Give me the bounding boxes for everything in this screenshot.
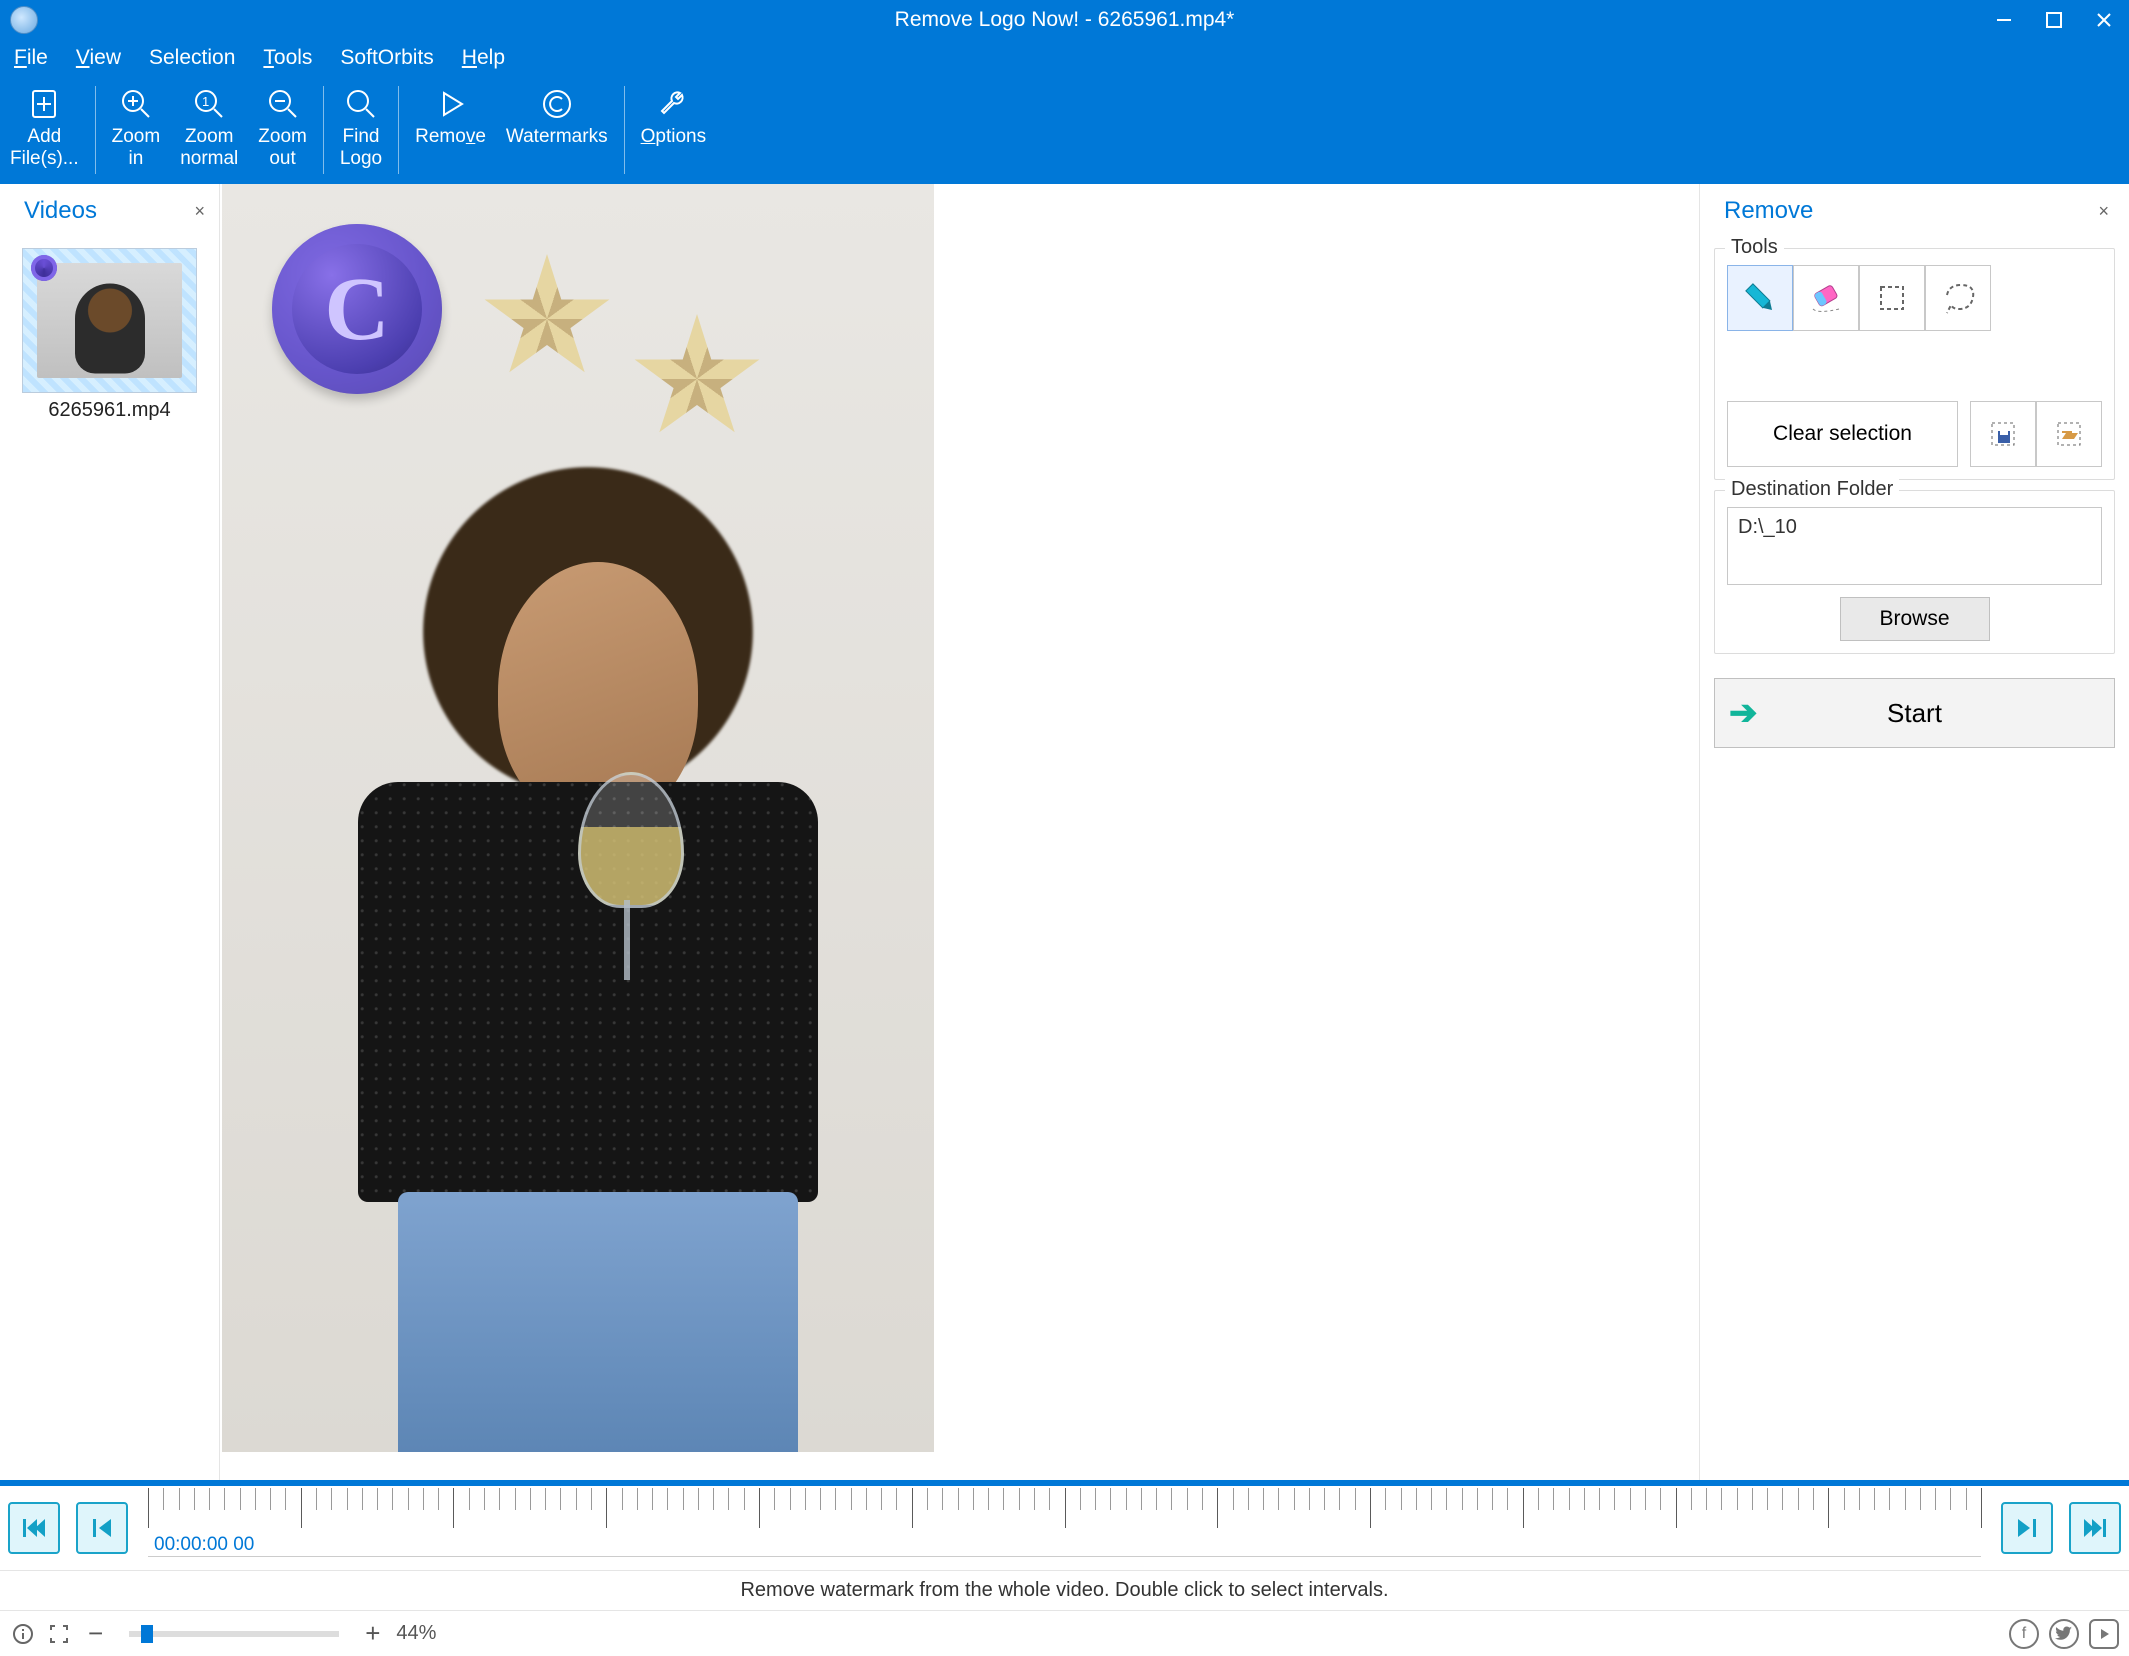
zoom-in-button[interactable]: Zoom in [102,76,171,184]
zoom-slider[interactable] [129,1631,339,1637]
remove-panel-header: Remove × [1714,184,2115,238]
menu-softorbits[interactable]: SoftOrbits [340,46,433,70]
info-icon[interactable] [10,1621,36,1647]
zoom-normal-icon: 1 [192,84,226,124]
menu-view[interactable]: View [76,46,121,70]
start-button[interactable]: ➔ Start [1714,678,2115,748]
load-selection-button[interactable] [2036,401,2102,467]
close-button[interactable] [2079,0,2129,40]
zoom-in-plus[interactable]: + [359,1618,386,1649]
copyright-icon [540,84,574,124]
statusbar: − + 44% f [0,1610,2129,1656]
zoom-normal-button[interactable]: 1 Zoom normal [170,76,248,184]
timeline: 00:00:00 00 [0,1480,2129,1570]
step-forward-button[interactable] [2001,1502,2053,1554]
menu-help[interactable]: Help [462,46,505,70]
wrench-icon [656,84,690,124]
eraser-tool[interactable] [1793,265,1859,331]
find-logo-icon [344,84,378,124]
main-area: Videos × 6265961.mp4 [0,184,2129,1480]
maximize-button[interactable] [2029,0,2079,40]
timeline-timecode: 00:00:00 00 [154,1534,254,1556]
play-icon [434,84,468,124]
lasso-tool[interactable] [1925,265,1991,331]
app-icon [10,6,38,34]
video-thumbnail-label: 6265961.mp4 [10,399,209,422]
menubar: File View Selection Tools SoftOrbits Hel… [0,40,2129,76]
canvas-area[interactable] [220,184,1699,1480]
titlebar: Remove Logo Now! - 6265961.mp4* [0,0,2129,40]
rectangle-select-tool[interactable] [1859,265,1925,331]
rewind-start-button[interactable] [8,1502,60,1554]
zoom-percent: 44% [396,1622,436,1645]
add-files-button[interactable]: Add File(s)... [0,76,89,184]
menu-selection[interactable]: Selection [149,46,235,70]
videos-panel: Videos × 6265961.mp4 [0,184,220,1480]
save-selection-button[interactable] [1970,401,2036,467]
browse-button[interactable]: Browse [1840,597,1990,641]
videos-panel-header: Videos × [0,184,219,238]
youtube-icon[interactable] [2089,1619,2119,1649]
destination-folder-input[interactable]: D:\_10 [1727,507,2102,585]
timeline-hint: Remove watermark from the whole video. D… [0,1570,2129,1610]
destination-legend: Destination Folder [1725,478,1899,501]
remove-panel-title: Remove [1724,197,1813,225]
find-logo-button[interactable]: Find Logo [330,76,392,184]
zoom-in-icon [119,84,153,124]
zoom-out-button[interactable]: Zoom out [248,76,317,184]
marker-tool[interactable] [1727,265,1793,331]
twitter-icon[interactable] [2049,1619,2079,1649]
add-file-icon [27,84,61,124]
minimize-button[interactable] [1979,0,2029,40]
menu-file[interactable]: File [14,46,48,70]
remove-panel-close[interactable]: × [2098,201,2109,222]
person-figure [278,302,878,1452]
video-thumbnail-item[interactable]: 6265961.mp4 [0,238,219,432]
remove-panel: Remove × Tools [1699,184,2129,1480]
facebook-icon[interactable]: f [2009,1619,2039,1649]
arrow-right-icon: ➔ [1729,693,1758,733]
zoom-out-icon [266,84,300,124]
toolbar: Add File(s)... Zoom in 1 Zoom normal Zoo… [0,76,2129,184]
options-button[interactable]: Options [631,76,716,184]
window-title: Remove Logo Now! - 6265961.mp4* [895,8,1235,32]
tools-fieldset: Tools Clear selection [1714,248,2115,480]
fit-screen-icon[interactable] [46,1621,72,1647]
remove-button[interactable]: Remove [405,76,496,184]
app-root: Remove Logo Now! - 6265961.mp4* File Vie… [0,0,2129,1656]
destination-fieldset: Destination Folder D:\_10 Browse [1714,490,2115,654]
svg-text:1: 1 [202,94,209,109]
window-controls [1979,0,2129,40]
video-thumbnail [22,248,197,393]
forward-end-button[interactable] [2069,1502,2121,1554]
timeline-track[interactable]: 00:00:00 00 [148,1488,1981,1568]
watermarks-button[interactable]: Watermarks [496,76,618,184]
step-back-button[interactable] [76,1502,128,1554]
video-frame [222,184,934,1452]
videos-panel-title: Videos [24,197,97,225]
videos-panel-close[interactable]: × [194,201,205,222]
tools-legend: Tools [1725,236,1784,259]
clear-selection-button[interactable]: Clear selection [1727,401,1958,467]
zoom-out-minus[interactable]: − [82,1618,109,1649]
menu-tools[interactable]: Tools [263,46,312,70]
